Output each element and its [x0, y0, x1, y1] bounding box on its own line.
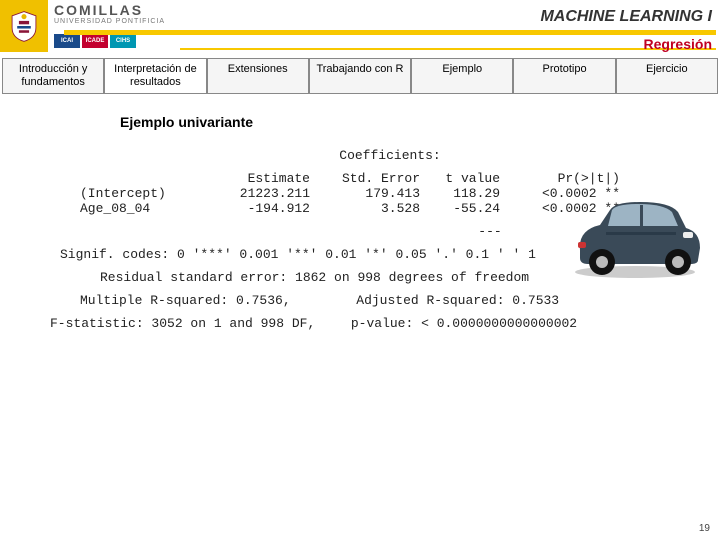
slide-subtitle: Regresión	[644, 36, 712, 52]
coef-t: 118.29	[420, 186, 500, 201]
tab-ejemplo[interactable]: Ejemplo	[411, 58, 513, 94]
coef-est: 21223.211	[210, 186, 310, 201]
brand-sub: UNIVERSIDAD PONTIFICIA	[54, 18, 165, 25]
col-estimate: Estimate	[210, 171, 310, 186]
tab-trabajando-r[interactable]: Trabajando con R	[309, 58, 411, 94]
tab-prototipo[interactable]: Prototipo	[513, 58, 615, 94]
brand-name: COMILLAS	[54, 2, 143, 18]
coef-col-headers: Estimate Std. Error t value Pr(>|t|)	[0, 171, 720, 186]
p-value: p-value: < 0.0000000000000002	[351, 316, 577, 331]
tab-extensiones[interactable]: Extensiones	[207, 58, 309, 94]
course-title: MACHINE LEARNING I	[540, 8, 712, 26]
tab-interpretacion[interactable]: Interpretación de resultados	[104, 58, 206, 94]
section-heading: Ejemplo univariante	[120, 114, 720, 130]
slide-header: COMILLAS UNIVERSIDAD PONTIFICIA ICAI ICA…	[0, 0, 720, 54]
page-number: 19	[699, 523, 710, 534]
f-statistic: F-statistic: 3052 on 1 and 998 DF,	[50, 316, 315, 331]
section-tabs: Introducción y fundamentos Interpretació…	[0, 58, 720, 94]
multiple-r2: Multiple R-squared: 0.7536,	[80, 293, 291, 308]
coef-name: (Intercept)	[80, 186, 210, 201]
coef-se: 3.528	[310, 201, 420, 216]
badge-icade: ICADE	[82, 34, 108, 48]
car-image	[560, 190, 710, 280]
shield-icon	[7, 9, 41, 43]
col-tvalue: t value	[420, 171, 500, 186]
tab-ejercicio[interactable]: Ejercicio	[616, 58, 718, 94]
decor-bar	[180, 48, 716, 50]
col-pvalue: Pr(>|t|)	[500, 171, 620, 186]
col-stderror: Std. Error	[310, 171, 420, 186]
adjusted-r2: Adjusted R-squared: 0.7533	[356, 293, 559, 308]
university-logo	[0, 0, 48, 52]
f-statistic-line: F-statistic: 3052 on 1 and 998 DF, p-val…	[0, 316, 720, 331]
coef-est: -194.912	[210, 201, 310, 216]
r-squared-line: Multiple R-squared: 0.7536, Adjusted R-s…	[0, 293, 720, 308]
badge-icai: ICAI	[54, 34, 80, 48]
badge-cihs: CIHS	[110, 34, 136, 48]
coef-name: Age_08_04	[80, 201, 210, 216]
coef-se: 179.413	[310, 186, 420, 201]
coef-t: -55.24	[420, 201, 500, 216]
brand-badges: ICAI ICADE CIHS	[54, 34, 136, 48]
decor-bar	[64, 30, 716, 35]
tab-introduccion[interactable]: Introducción y fundamentos	[2, 58, 104, 94]
coef-header: Coefficients:	[0, 148, 720, 163]
